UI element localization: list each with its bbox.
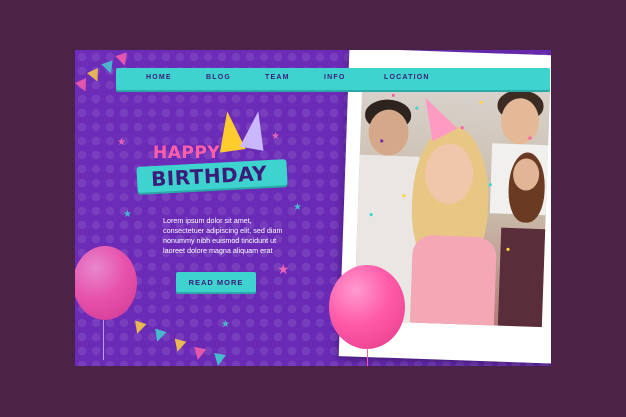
balloon-icon — [75, 246, 137, 320]
balloon-string — [103, 320, 104, 360]
balloon-string — [367, 348, 368, 366]
birthday-text: BIRTHDAY — [150, 161, 268, 192]
party-hat-icon — [239, 109, 271, 151]
nav-team[interactable]: TEAM — [265, 74, 290, 81]
read-more-button[interactable]: READ MORE — [176, 272, 256, 292]
landing-page: HOME BLOG TEAM INFO LOCATION HAPPY BIRTH… — [75, 50, 551, 366]
star-icon: ★ — [123, 209, 132, 220]
birthday-ribbon: BIRTHDAY — [136, 159, 288, 193]
star-icon: ★ — [221, 319, 230, 330]
star-icon: ★ — [117, 137, 126, 148]
nav-home[interactable]: HOME — [146, 74, 172, 81]
balloon-icon — [329, 265, 405, 349]
nav-info[interactable]: INFO — [324, 74, 346, 81]
nav-location[interactable]: LOCATION — [384, 74, 430, 81]
happy-birthday-headline: HAPPY BIRTHDAY — [135, 105, 305, 200]
happy-text: HAPPY — [153, 143, 221, 163]
star-icon: ★ — [277, 261, 290, 277]
star-icon: ★ — [293, 202, 302, 213]
nav-blog[interactable]: BLOG — [206, 74, 231, 81]
top-nav: HOME BLOG TEAM INFO LOCATION — [116, 68, 550, 90]
hero-description: Lorem ipsum dolor sit amet, consectetuer… — [163, 216, 283, 255]
